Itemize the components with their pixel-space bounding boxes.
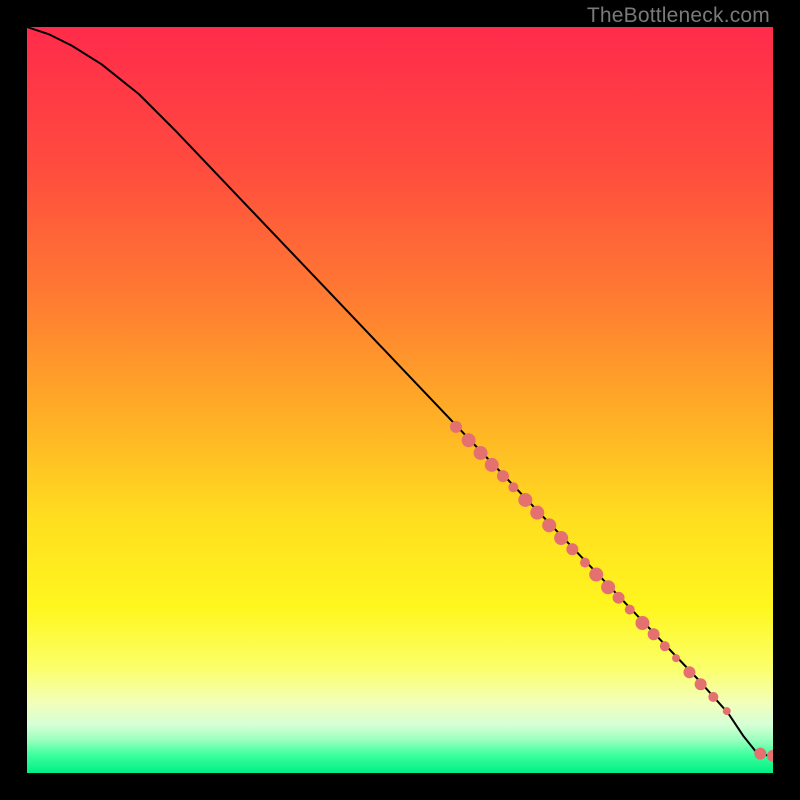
data-marker <box>580 558 590 568</box>
data-marker <box>660 641 670 651</box>
watermark-text: TheBottleneck.com <box>587 4 770 28</box>
data-marker <box>635 616 649 630</box>
data-marker <box>695 678 707 690</box>
data-marker <box>462 433 476 447</box>
data-marker <box>601 580 615 594</box>
data-marker <box>474 446 488 460</box>
data-marker <box>518 493 532 507</box>
data-marker <box>508 482 518 492</box>
data-marker <box>754 748 766 760</box>
plot-overlay <box>27 27 773 773</box>
data-marker <box>767 750 773 762</box>
data-marker <box>589 568 603 582</box>
data-marker <box>625 605 635 615</box>
data-marker <box>613 592 625 604</box>
data-marker <box>542 518 556 532</box>
marker-group <box>450 421 773 762</box>
plot-area <box>27 27 773 773</box>
data-marker <box>497 470 509 482</box>
data-marker <box>450 421 462 433</box>
data-marker <box>530 506 544 520</box>
data-marker <box>485 458 499 472</box>
data-marker <box>683 666 695 678</box>
data-marker <box>672 654 680 662</box>
data-marker <box>648 628 660 640</box>
data-marker <box>723 707 731 715</box>
data-marker <box>554 531 568 545</box>
chart-stage: TheBottleneck.com <box>0 0 800 800</box>
data-marker <box>708 692 718 702</box>
data-marker <box>566 543 578 555</box>
